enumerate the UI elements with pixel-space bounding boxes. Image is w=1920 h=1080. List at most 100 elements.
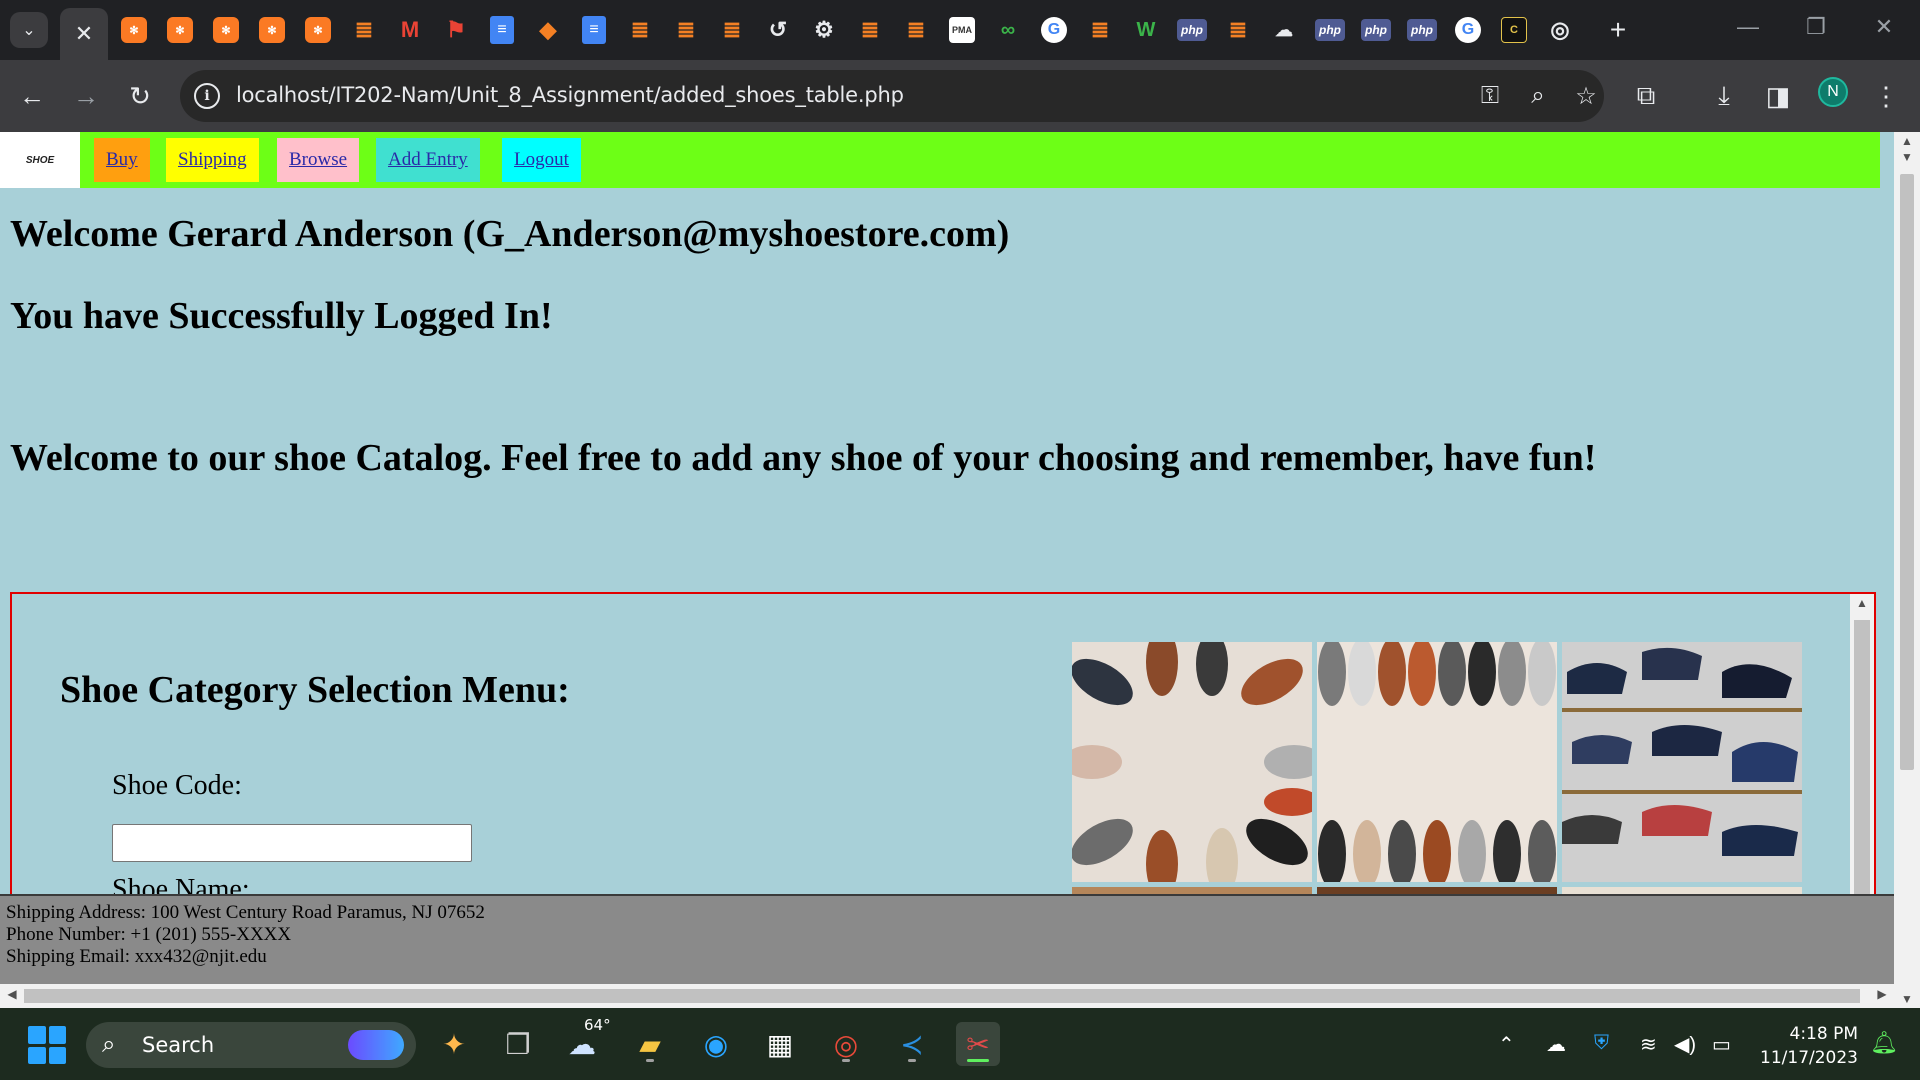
url-text[interactable]: localhost/IT202-Nam/Unit_8_Assignment/ad…	[236, 83, 904, 107]
file-explorer-icon[interactable]: ▰	[628, 1022, 672, 1066]
w3schools-icon[interactable]: W	[1130, 14, 1162, 46]
reload-icon[interactable]: ↻	[122, 78, 158, 114]
bookmark-star-icon[interactable]: ☆	[1570, 80, 1602, 112]
php-icon[interactable]: php	[1407, 19, 1437, 41]
footer-address: Shipping Address: 100 West Century Road …	[6, 902, 485, 923]
extensions-puzzle-icon[interactable]: ⧉	[1628, 78, 1664, 114]
google-docs-icon[interactable]: ≡	[490, 16, 514, 44]
mariadb-icon[interactable]: ☁	[1268, 14, 1300, 46]
google-icon[interactable]: G	[1455, 17, 1481, 43]
notification-bell-icon[interactable]: 🔔︎	[1870, 1030, 1898, 1056]
nav-logout-link[interactable]: Logout	[502, 138, 581, 182]
google-docs-icon[interactable]: ≡	[582, 16, 606, 44]
scroll-up-arrow-icon[interactable]: ▲	[1850, 596, 1874, 610]
profile-avatar[interactable]: N	[1818, 77, 1848, 107]
page-viewport: SHOE Buy Shipping Browse Add Entry Logou…	[0, 132, 1920, 1008]
browser-toolbar: ← → ↻ i localhost/IT202-Nam/Unit_8_Assig…	[0, 60, 1920, 132]
snipping-tool-icon[interactable]: ✂	[956, 1022, 1000, 1066]
browser-tab-strip: ⌄ ✕ ✻ ✻ ✻ ✻ ✻ ≣ M ⚑ ≡ ◆ ≡ ≣ ≣ ≣ ↺ ⚙ ≣ ≣ …	[0, 0, 1920, 60]
tab-search-chevron-down-icon[interactable]: ⌄	[10, 12, 48, 48]
close-window-icon[interactable]: ✕	[1864, 14, 1904, 40]
chrome-icon[interactable]: ◎	[1544, 14, 1576, 46]
close-icon[interactable]: ✕	[75, 21, 93, 47]
shoe-code-input[interactable]	[112, 824, 472, 862]
extension-icon[interactable]: ◆	[532, 14, 564, 46]
horizontal-scroll-thumb[interactable]	[24, 989, 1860, 1003]
xampp-icon[interactable]: ✻	[121, 17, 147, 43]
security-shield-icon[interactable]: ⛨	[1594, 1032, 1609, 1055]
login-success-heading: You have Successfully Logged In!	[10, 295, 553, 337]
gmail-icon[interactable]: M	[394, 14, 426, 46]
php-icon[interactable]: php	[1315, 19, 1345, 41]
stackoverflow-icon[interactable]: ≣	[1222, 14, 1254, 46]
site-info-icon[interactable]: i	[194, 83, 220, 109]
microsoft-store-icon[interactable]: ▦	[758, 1022, 802, 1066]
horizontal-scrollbar[interactable]: ◀ ▶	[0, 984, 1894, 1008]
more-menu-icon[interactable]: ⋮	[1868, 78, 1904, 114]
new-tab-plus-icon[interactable]: +	[1600, 12, 1636, 48]
nav-browse-link[interactable]: Browse	[277, 138, 360, 182]
taskbar-search-box[interactable]: ⌕ Search	[86, 1022, 416, 1068]
volume-icon[interactable]: ◀)	[1674, 1032, 1696, 1057]
stackoverflow-icon[interactable]: ≣	[348, 14, 380, 46]
zoom-icon[interactable]: ⌕	[1522, 80, 1554, 112]
xampp-icon[interactable]: ✻	[305, 17, 331, 43]
copilot-icon[interactable]	[348, 1030, 404, 1060]
taskbar-clock[interactable]: 4:18 PM 11/17/2023	[1760, 1022, 1858, 1070]
history-icon[interactable]: ↺	[762, 14, 794, 46]
scroll-left-arrow-icon[interactable]: ◀	[0, 987, 24, 1001]
onedrive-icon[interactable]: ☁	[1546, 1032, 1566, 1057]
battery-icon[interactable]: ▭	[1712, 1032, 1731, 1057]
shipping-footer: Shipping Address: 100 West Century Road …	[0, 894, 1894, 984]
infinity-icon[interactable]: ∞	[992, 14, 1024, 46]
stackoverflow-icon[interactable]: ≣	[670, 14, 702, 46]
side-panel-icon[interactable]: ◨	[1760, 78, 1796, 114]
xampp-icon[interactable]: ✻	[259, 17, 285, 43]
minimize-icon[interactable]: —	[1728, 14, 1768, 40]
gear-icon[interactable]: ⚙	[808, 14, 840, 46]
logo-text: SHOE	[25, 154, 55, 166]
xampp-icon[interactable]: ✻	[213, 17, 239, 43]
wifi-icon[interactable]: ≋	[1640, 1032, 1657, 1057]
vscode-icon[interactable]: ≺	[890, 1022, 934, 1066]
shoe-code-label: Shoe Code:	[112, 770, 242, 801]
forward-arrow-icon[interactable]: →	[68, 78, 104, 114]
copilot-preview-icon[interactable]: ✦	[432, 1022, 476, 1066]
php-icon[interactable]: php	[1177, 19, 1207, 41]
stackoverflow-icon[interactable]: ≣	[900, 14, 932, 46]
nav-add-entry-link[interactable]: Add Entry	[376, 138, 480, 182]
scroll-down-arrow-icon[interactable]: ▼	[1894, 992, 1920, 1006]
chrome-icon[interactable]: ◎	[824, 1022, 868, 1066]
show-hidden-icons-chevron-up-icon[interactable]: ⌃	[1498, 1032, 1515, 1057]
address-bar[interactable]: i localhost/IT202-Nam/Unit_8_Assignment/…	[180, 70, 1604, 122]
scroll-down-arrow-icon[interactable]: ▼	[1894, 150, 1920, 164]
page-vertical-scrollbar[interactable]: ▲ ▼ ▼	[1894, 132, 1920, 1008]
page-scroll-thumb[interactable]	[1900, 174, 1914, 770]
flag-icon[interactable]: ⚑	[440, 14, 472, 46]
key-icon[interactable]: ⚿	[1474, 80, 1506, 112]
welcome-heading: Welcome Gerard Anderson (G_Anderson@mysh…	[10, 213, 1010, 255]
active-tab[interactable]: ✕	[60, 8, 108, 60]
scroll-up-arrow-icon[interactable]: ▲	[1894, 134, 1920, 148]
xampp-icon[interactable]: ✻	[167, 17, 193, 43]
google-icon[interactable]: G	[1041, 17, 1067, 43]
task-view-icon[interactable]: ❐	[496, 1022, 540, 1066]
menu-title: Shoe Category Selection Menu:	[60, 669, 570, 711]
php-icon[interactable]: php	[1361, 19, 1391, 41]
download-icon[interactable]: ⤓	[1706, 78, 1742, 114]
windows-start-icon[interactable]	[28, 1026, 66, 1064]
site-logo[interactable]: SHOE	[0, 132, 80, 188]
stackoverflow-icon[interactable]: ≣	[624, 14, 656, 46]
clock-date: 11/17/2023	[1760, 1048, 1858, 1068]
stackoverflow-icon[interactable]: ≣	[1084, 14, 1116, 46]
scroll-right-arrow-icon[interactable]: ▶	[1870, 987, 1894, 1001]
nav-shipping-link[interactable]: Shipping	[166, 138, 259, 182]
c-logo-icon[interactable]: C	[1501, 17, 1527, 43]
edge-icon[interactable]: ◉	[694, 1022, 738, 1066]
back-arrow-icon[interactable]: ←	[14, 78, 50, 114]
nav-buy-link[interactable]: Buy	[94, 138, 150, 182]
stackoverflow-icon[interactable]: ≣	[854, 14, 886, 46]
stackoverflow-icon[interactable]: ≣	[716, 14, 748, 46]
restore-icon[interactable]: ❐	[1796, 14, 1836, 40]
phpmyadmin-icon[interactable]: PMA	[949, 17, 975, 43]
